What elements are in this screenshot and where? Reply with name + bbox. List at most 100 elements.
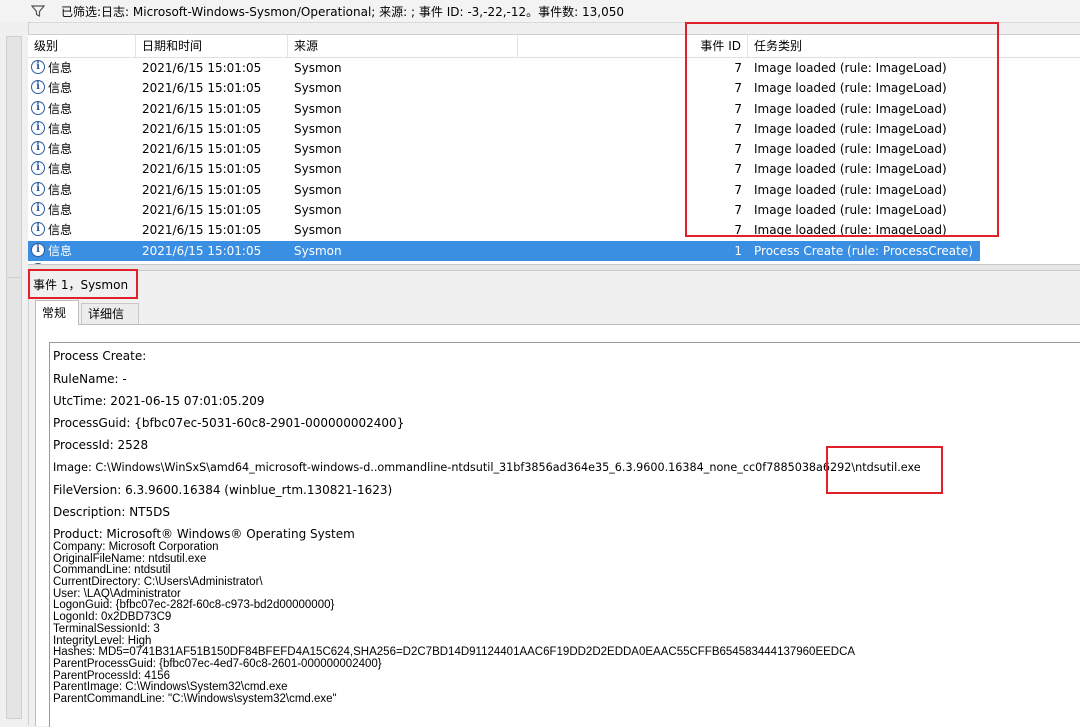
cell-datetime: 2021/6/15 15:01:05 [142, 182, 262, 197]
field-description: Description: NT5DS [53, 505, 170, 519]
event-rows: i 信息 2021/6/15 15:01:05 Sysmon 7 Image loaded… [28, 58, 1080, 261]
cell-event-id: 7 [734, 61, 742, 75]
field-processid: ProcessId: 2528 [53, 438, 149, 452]
info-icon: i [31, 181, 45, 196]
cell-level: 信息 [48, 101, 73, 116]
gutter-scroll-bottom [6, 277, 22, 719]
detail-line: CurrentDirectory: C:\Users\Administrator… [53, 576, 263, 589]
cell-level: 信息 [48, 203, 73, 218]
info-icon: i [31, 141, 45, 156]
event-row[interactable]: i 信息 2021/6/15 15:01:05 Sysmon 7 Image loaded… [28, 58, 1080, 78]
cell-source: Sysmon [294, 81, 342, 96]
detail-line: LogonGuid: {bfbc07ec-282f-60c8-c973-bd2d… [53, 599, 335, 612]
cell-datetime: 2021/6/15 15:01:05 [142, 142, 262, 157]
detail-line: LogonId: 0x2DBD73C9 [53, 611, 172, 624]
event-row[interactable]: i 信息 2021/6/15 15:01:05 Sysmon 7 Image loaded… [28, 220, 1080, 240]
cell-event-id: 7 [734, 182, 742, 197]
cell-source: Sysmon [294, 223, 342, 238]
event-detail-title: 事件 1，Sysmon [33, 278, 129, 292]
event-row[interactable]: i 信息 2021/6/15 15:01:05 Sysmon 7 Image loaded… [28, 78, 1080, 98]
detail-line: Company: Microsoft Corporation [53, 541, 219, 553]
cell-level: 信息 [48, 142, 73, 157]
cell-event-id: 7 [734, 142, 742, 157]
cell-level: 信息 [48, 81, 73, 96]
cell-event-id: 7 [734, 101, 742, 116]
info-icon: i [31, 242, 45, 257]
filter-bar: 已筛选:日志: Microsoft-Windows-Sysmon/Operati… [0, 0, 1080, 23]
cell-datetime: 2021/6/15 15:01:05 [142, 101, 262, 116]
field-product: Product: Microsoft® Windows® Operating S… [53, 527, 355, 541]
column-task-category[interactable]: 任务类别 [748, 35, 998, 57]
cell-event-id: 1 [734, 243, 742, 258]
detail-line: ParentProcessGuid: {bfbc07ec-4ed7-60c8-2… [53, 657, 382, 670]
cell-event-id: 7 [734, 81, 742, 96]
cell-level: 信息 [48, 182, 73, 197]
cell-event-id: 7 [734, 162, 742, 177]
cell-datetime: 2021/6/15 15:01:05 [142, 203, 262, 218]
field-rulename: RuleName: - [53, 372, 127, 386]
info-icon: i [31, 202, 45, 217]
cell-task-category: Image loaded (rule: ImageLoad) [754, 223, 947, 238]
cell-task-category: Process Create (rule: ProcessCreate) [754, 243, 973, 258]
info-icon: i [31, 60, 45, 74]
column-source[interactable]: 来源 [288, 35, 518, 57]
detail-line: OriginalFileName: ntdsutil.exe [53, 552, 207, 565]
cell-event-id: 7 [734, 203, 742, 218]
filter-summary: 已筛选:日志: Microsoft-Windows-Sysmon/Operati… [61, 4, 624, 19]
dense-fields: Company: Microsoft Corporation OriginalFi… [53, 541, 855, 706]
event-description: Process Create: RuleName: - UtcTime: 202… [49, 342, 1080, 727]
detail-line: TerminalSessionId: 3 [53, 622, 160, 635]
cell-event-id: 7 [734, 223, 742, 238]
field-utctime: UtcTime: 2021-06-15 07:01:05.209 [53, 394, 265, 408]
event-row[interactable]: i 信息 2021/6/15 15:01:05 Sysmon 7 Image loaded… [28, 180, 1080, 200]
cell-level: 信息 [48, 61, 73, 75]
cell-source: Sysmon [294, 203, 342, 218]
field-process-create: Process Create: [53, 349, 147, 363]
event-row[interactable]: i 信息 2021/6/15 15:01:05 Sysmon 7 Image loaded… [28, 159, 1080, 179]
cell-source: Sysmon [294, 121, 342, 136]
cell-task-category: Image loaded (rule: ImageLoad) [754, 182, 947, 197]
cell-datetime: 2021/6/15 15:01:05 [142, 121, 262, 136]
tab-details[interactable]: 详细信息 [81, 303, 139, 342]
cell-level: 信息 [48, 162, 73, 177]
event-list-header: 级别 日期和时间 来源 事件 ID 任务类别 [28, 35, 1080, 58]
tab-general[interactable]: 常规 [35, 300, 79, 325]
cell-source: Sysmon [294, 61, 342, 75]
info-icon: i [31, 161, 45, 176]
cell-datetime: 2021/6/15 15:01:05 [142, 61, 262, 75]
cell-source: Sysmon [294, 101, 342, 116]
cell-level: 信息 [48, 121, 73, 136]
event-row[interactable]: i 信息 2021/6/15 15:01:05 Sysmon 7 Image loaded… [28, 200, 1080, 220]
column-event-id[interactable]: 事件 ID [648, 35, 748, 57]
cell-task-category: Image loaded (rule: ImageLoad) [754, 162, 947, 177]
cell-datetime: 2021/6/15 15:01:05 [142, 223, 262, 238]
info-icon: i [31, 120, 45, 135]
event-row[interactable]: i 信息 2021/6/15 15:01:05 Sysmon 1 Process Crea… [28, 240, 980, 261]
field-processguid: ProcessGuid: {bfbc07ec-5031-60c8-2901-00… [53, 416, 405, 430]
info-icon: i [31, 222, 45, 237]
gutter-scroll-top [6, 36, 22, 283]
cell-source: Sysmon [294, 162, 342, 177]
column-level[interactable]: 级别 [28, 35, 136, 57]
cell-level: 信息 [48, 243, 73, 258]
cell-datetime: 2021/6/15 15:01:05 [142, 81, 262, 96]
cell-task-category: Image loaded (rule: ImageLoad) [754, 203, 947, 218]
cell-task-category: Image loaded (rule: ImageLoad) [754, 121, 947, 136]
info-icon: i [31, 100, 45, 115]
info-icon: i [31, 80, 45, 95]
cell-event-id: 7 [734, 121, 742, 136]
pane-splitter[interactable] [28, 264, 1080, 271]
cell-source: Sysmon [294, 243, 342, 258]
cell-source: Sysmon [294, 142, 342, 157]
event-row[interactable]: i 信息 2021/6/15 15:01:05 Sysmon 7 Image loaded… [28, 139, 1080, 159]
event-list: 级别 日期和时间 来源 事件 ID 任务类别 i 信息 2021/6/15 15:0… [28, 34, 1080, 265]
field-image: Image: C:\Windows\WinSxS\amd64_microsoft… [53, 461, 921, 474]
detail-line: ParentCommandLine: "C:\Windows\system32\… [53, 692, 337, 705]
filter-icon [31, 5, 45, 17]
event-row[interactable]: i 信息 2021/6/15 15:01:05 Sysmon 7 Image loaded… [28, 119, 1080, 139]
cell-datetime: 2021/6/15 15:01:05 [142, 162, 262, 177]
event-row[interactable]: i 信息 2021/6/15 15:01:05 Sysmon 7 Image loaded… [28, 99, 1080, 119]
cell-task-category: Image loaded (rule: ImageLoad) [754, 61, 947, 75]
column-datetime[interactable]: 日期和时间 [136, 35, 288, 57]
left-gutter [0, 22, 29, 725]
